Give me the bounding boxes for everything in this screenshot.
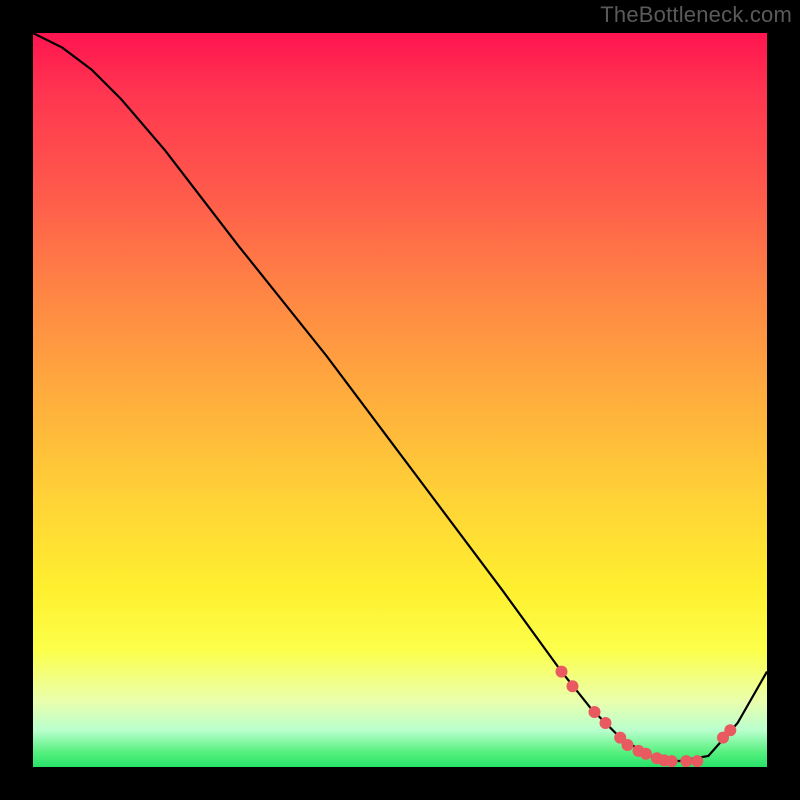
plot-area: [33, 33, 767, 767]
highlight-marker: [589, 706, 601, 718]
marker-group: [556, 666, 737, 767]
highlight-marker: [567, 680, 579, 692]
highlight-marker: [640, 748, 652, 760]
watermark-text: TheBottleneck.com: [600, 2, 792, 28]
bottleneck-curve: [33, 33, 767, 761]
highlight-marker: [724, 724, 736, 736]
highlight-marker: [666, 755, 678, 767]
curve-svg: [33, 33, 767, 767]
highlight-marker: [556, 666, 568, 678]
highlight-marker: [680, 755, 692, 767]
highlight-marker: [691, 755, 703, 767]
chart-container: TheBottleneck.com: [0, 0, 800, 800]
highlight-marker: [600, 717, 612, 729]
highlight-marker: [622, 739, 634, 751]
